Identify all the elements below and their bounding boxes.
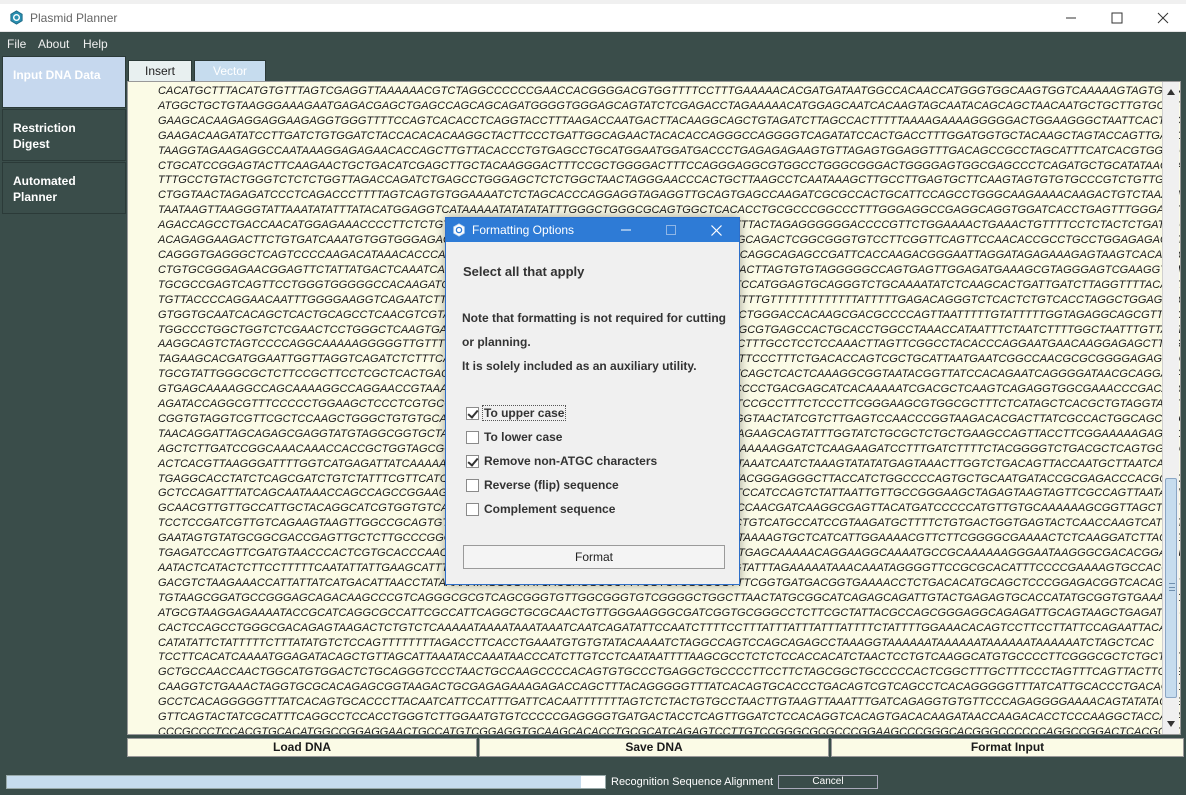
format-button[interactable]: Format (463, 545, 725, 569)
scroll-up-arrow-icon[interactable] (1163, 84, 1179, 100)
option-label: Reverse (flip) sequence (484, 478, 619, 492)
sidebar: Input DNA Data Restriction Digest Automa… (0, 56, 126, 768)
menu-bar: File About Help (0, 32, 1186, 56)
sidebar-item-label: Automated Planner (13, 174, 76, 204)
dialog-heading: Select all that apply (463, 264, 585, 279)
dialog-note-line: or planning. (462, 335, 531, 349)
close-icon[interactable] (1140, 4, 1186, 32)
menu-file[interactable]: File (7, 37, 26, 51)
bottom-button-bar: Load DNA Save DNA Format Input (126, 738, 1186, 758)
plasmid-app-icon (453, 223, 465, 237)
sidebar-item-restriction-digest[interactable]: Restriction Digest (2, 109, 126, 161)
minimize-icon[interactable] (1048, 4, 1094, 32)
tab-vector[interactable]: Vector (194, 60, 266, 82)
sidebar-item-automated-planner[interactable]: Automated Planner (2, 162, 126, 214)
status-label: Recognition Sequence Alignment (611, 776, 774, 788)
scroll-down-arrow-icon[interactable] (1163, 716, 1179, 732)
formatting-options-dialog: Formatting Options Select all that apply… (445, 217, 740, 585)
scrollbar-thumb[interactable] (1165, 478, 1177, 698)
option-label: To upper case (481, 405, 567, 421)
load-dna-button[interactable]: Load DNA (127, 738, 477, 757)
status-bar: Recognition Sequence Alignment Cancel (0, 768, 1186, 795)
progress-fill (7, 776, 582, 788)
sidebar-item-label: Input DNA Data (13, 68, 101, 82)
dialog-titlebar: Formatting Options (446, 218, 739, 242)
save-dna-button[interactable]: Save DNA (479, 738, 829, 757)
dialog-minimize-icon[interactable] (606, 218, 646, 242)
sidebar-item-label: Restriction Digest (13, 121, 76, 151)
menu-help[interactable]: Help (83, 37, 108, 51)
checkbox[interactable] (466, 503, 479, 516)
tab-insert[interactable]: Insert (128, 60, 192, 82)
checkbox[interactable] (466, 455, 479, 468)
window-title: Plasmid Planner (30, 11, 118, 25)
option-label: To lower case (484, 430, 563, 444)
tab-bar: Insert Vector (126, 56, 1186, 82)
grip-icon (1169, 583, 1175, 591)
format-input-button[interactable]: Format Input (831, 738, 1184, 757)
dialog-maximize-icon (651, 218, 691, 242)
option-label: Remove non-ATGC characters (484, 454, 658, 468)
checkbox[interactable] (466, 431, 479, 444)
checkbox[interactable] (466, 479, 479, 492)
checkbox[interactable] (466, 407, 479, 420)
plasmid-app-icon (10, 10, 23, 25)
maximize-icon[interactable] (1094, 4, 1140, 32)
dialog-close-icon[interactable] (696, 218, 736, 242)
window-titlebar: Plasmid Planner (0, 4, 1186, 32)
dialog-note-line: It is solely included as an auxiliary ut… (462, 359, 697, 373)
menu-about[interactable]: About (38, 37, 69, 51)
progress-bar (6, 775, 606, 789)
option-label: Complement sequence (484, 502, 616, 516)
dialog-note-line: Note that formatting is not required for… (462, 311, 726, 325)
cancel-button[interactable]: Cancel (778, 775, 878, 789)
vertical-scrollbar[interactable] (1162, 82, 1179, 734)
dialog-title: Formatting Options (472, 223, 575, 237)
sidebar-item-input-dna-data[interactable]: Input DNA Data (2, 56, 126, 108)
